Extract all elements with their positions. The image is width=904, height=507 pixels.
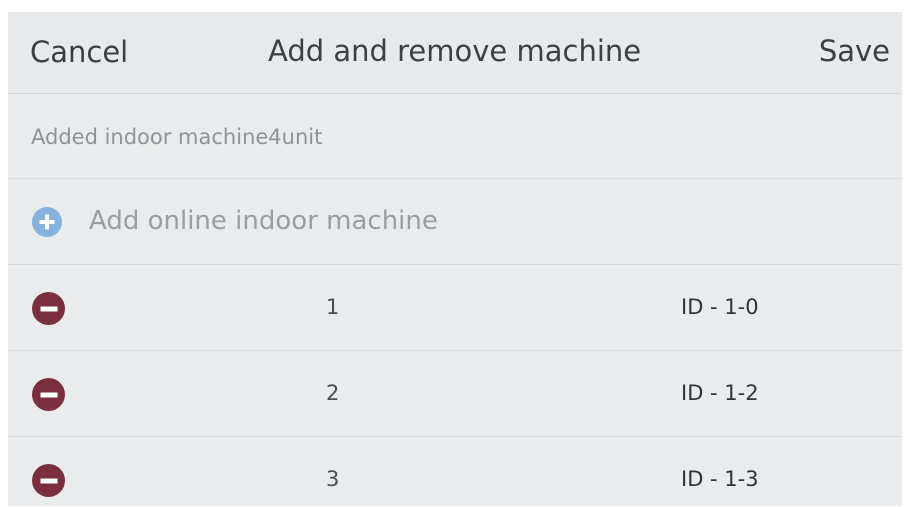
machine-row: 1 ID - 1-0 [8, 265, 902, 351]
machine-number: 2 [326, 381, 340, 405]
machine-row: 3 ID - 1-3 [8, 437, 902, 506]
machine-number: 3 [326, 467, 340, 491]
machine-row: 2 ID - 1-2 [8, 351, 902, 437]
cancel-button[interactable]: Cancel [30, 35, 128, 69]
machine-id: ID - 1-2 [681, 381, 759, 405]
header-bar: Cancel Add and remove machine Save [8, 12, 902, 94]
add-online-machine-row[interactable]: Add online indoor machine [8, 179, 902, 265]
minus-circle-icon[interactable] [32, 292, 65, 325]
plus-circle-icon[interactable] [32, 207, 62, 237]
added-machines-label: Added indoor machine4unit [31, 125, 323, 149]
page-title: Add and remove machine [268, 34, 642, 68]
add-online-machine-label[interactable]: Add online indoor machine [89, 206, 438, 236]
machine-id: ID - 1-0 [681, 295, 759, 319]
minus-circle-icon[interactable] [32, 464, 65, 497]
added-machines-section-header: Added indoor machine4unit [8, 94, 902, 179]
save-button[interactable]: Save [819, 34, 890, 68]
minus-circle-icon[interactable] [32, 378, 65, 411]
machine-id: ID - 1-3 [681, 467, 759, 491]
machine-number: 1 [326, 295, 340, 319]
app-screen: Cancel Add and remove machine Save Added… [8, 12, 902, 506]
